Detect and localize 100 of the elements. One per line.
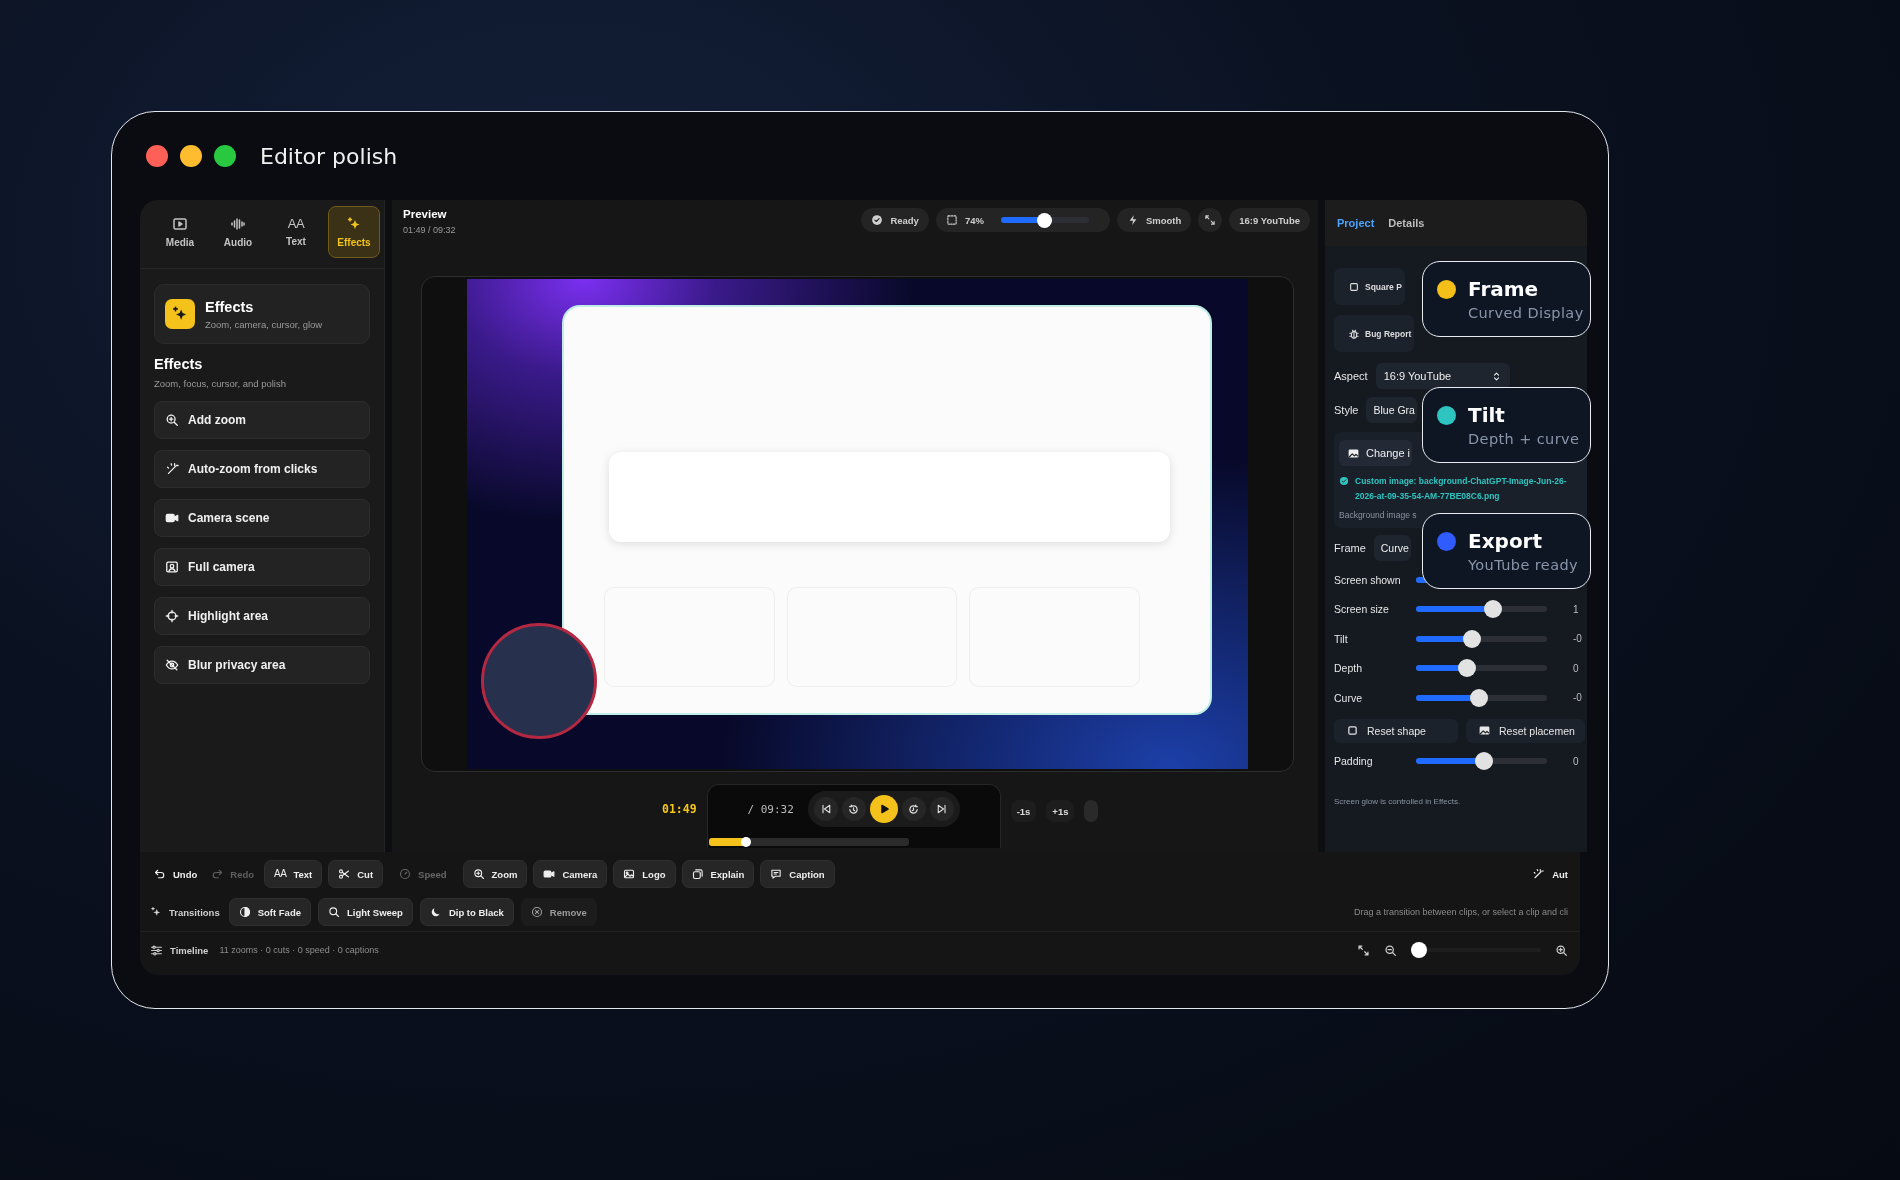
scissors-icon (338, 868, 351, 880)
slider-label: Screen size (1334, 603, 1390, 616)
playback-scrubber[interactable] (708, 837, 909, 847)
preset-button[interactable]: Bug Report (1334, 315, 1415, 352)
callout-title: Frame (1468, 277, 1540, 301)
slider-handle[interactable] (1037, 212, 1053, 228)
slider[interactable] (1416, 600, 1547, 619)
aspect-select[interactable]: 16:9 YouTube (1375, 363, 1510, 389)
dashed-square-icon (945, 214, 958, 226)
skip-back-button[interactable] (813, 797, 838, 821)
style-select[interactable]: Blue Gra (1366, 397, 1417, 423)
frame-select[interactable]: Curve (1373, 535, 1411, 561)
toolbar-button[interactable]: Explain (681, 860, 755, 888)
nudge-button[interactable]: +1s (1046, 800, 1075, 822)
zoom-in-button[interactable] (1555, 943, 1568, 957)
slider-handle[interactable] (740, 837, 751, 847)
motion-button[interactable]: Smooth (1116, 208, 1192, 232)
expand-icon (1357, 943, 1370, 957)
fit-button[interactable] (1357, 943, 1370, 957)
zoom-control[interactable]: 74% (935, 208, 1110, 232)
eye-slash-icon (165, 658, 179, 672)
transition-button[interactable]: Light Sweep (317, 898, 413, 926)
slider-handle[interactable] (1474, 752, 1493, 771)
transition-button[interactable]: Dip to Black (419, 898, 514, 926)
timeline-label: Timeline (170, 944, 209, 956)
crosshair-icon (165, 609, 179, 623)
slider-label: Padding (1334, 755, 1374, 768)
aspect-button[interactable]: 16:9 YouTube (1229, 208, 1310, 232)
forward-button[interactable] (901, 797, 926, 821)
change-image-button[interactable]: Change i (1339, 440, 1413, 466)
zoom-out-button[interactable] (1384, 943, 1397, 957)
slider-handle[interactable] (1411, 942, 1427, 958)
copy-icon (691, 868, 704, 880)
sparkle-icon (150, 906, 162, 918)
maximize-button[interactable] (214, 145, 236, 167)
panel-tab[interactable]: Details (1388, 217, 1425, 229)
callout-subtitle: Curved Display (1468, 305, 1584, 321)
preset-button[interactable]: Square P (1334, 268, 1405, 305)
image-fill-icon (1347, 446, 1360, 460)
reset-button[interactable]: Reset placemen (1466, 718, 1585, 743)
effect-button[interactable]: Auto-zoom from clicks (154, 450, 370, 488)
slider[interactable] (1416, 659, 1547, 678)
toolbar-button[interactable]: Camera (533, 860, 608, 888)
slider-handle[interactable] (1457, 659, 1476, 678)
slider-label: Screen shown (1334, 573, 1402, 586)
slider[interactable] (1416, 688, 1547, 707)
effect-button[interactable]: Camera scene (154, 499, 370, 537)
window-title: Editor polish (260, 143, 398, 169)
moon-icon (429, 906, 442, 918)
skip-forward-button[interactable] (929, 797, 954, 821)
slider-handle[interactable] (1463, 629, 1482, 648)
fullscreen-button[interactable] (1198, 208, 1223, 232)
nudge-button[interactable]: -1s (1010, 800, 1037, 822)
sidebar-tab[interactable]: Audio (212, 206, 264, 258)
sidebar-tab[interactable]: AA Text (270, 206, 322, 258)
slider[interactable] (1416, 752, 1547, 771)
slider-value: 0 (1572, 662, 1579, 674)
wand-icon (1532, 868, 1545, 880)
slider-label: Tilt (1334, 632, 1349, 645)
slider-handle[interactable] (1470, 688, 1489, 707)
slider-handle[interactable] (1483, 600, 1502, 619)
panel-note: Screen glow is controlled in Effects. (1334, 797, 1461, 806)
slider[interactable] (1416, 629, 1547, 648)
transition-button[interactable]: Soft Fade (228, 898, 311, 926)
auto-button[interactable]: Aut (1552, 868, 1568, 880)
rewind-button[interactable] (841, 797, 866, 821)
toolbar-button[interactable]: AA Text (264, 860, 323, 888)
slider-value: -0 (1572, 692, 1582, 704)
zoom-in-icon (1555, 943, 1568, 957)
zoom-slider[interactable] (1000, 211, 1089, 229)
portrait-icon (165, 560, 179, 574)
play-button[interactable] (869, 795, 898, 823)
effect-button[interactable]: Highlight area (154, 597, 370, 635)
video-camera-icon (165, 511, 179, 525)
minimize-button[interactable] (180, 145, 202, 167)
slider-label: Depth (1334, 662, 1364, 675)
toolbar-button[interactable]: Undo (150, 860, 202, 888)
close-button[interactable] (146, 145, 168, 167)
waveform-icon (230, 216, 246, 232)
toolbar-button[interactable]: Cut (328, 860, 384, 888)
search-icon (327, 906, 340, 918)
rewind-icon (847, 802, 861, 816)
effect-button[interactable]: Blur privacy area (154, 646, 370, 684)
current-time: 01:49 (662, 802, 697, 816)
slider-value: -0 (1572, 633, 1582, 645)
play-square-icon (172, 216, 188, 232)
toolbar-button[interactable]: Zoom (462, 860, 528, 888)
video-camera-icon (543, 868, 556, 880)
sidebar-tab[interactable]: Media (154, 206, 206, 258)
reset-button[interactable]: Reset shape (1334, 718, 1458, 743)
panel-tab[interactable]: Project (1337, 217, 1375, 229)
effect-button[interactable]: Add zoom (154, 401, 370, 439)
sliders-icon (150, 943, 163, 957)
sidebar-tab[interactable]: Effects (328, 206, 380, 258)
timeline-zoom-slider[interactable] (1411, 941, 1541, 959)
toolbar-button[interactable]: Caption (760, 860, 835, 888)
slider-value: 0 (1572, 755, 1579, 767)
toolbar-button[interactable]: Logo (613, 860, 676, 888)
check-circle-icon (871, 214, 884, 226)
effect-button[interactable]: Full camera (154, 548, 370, 586)
